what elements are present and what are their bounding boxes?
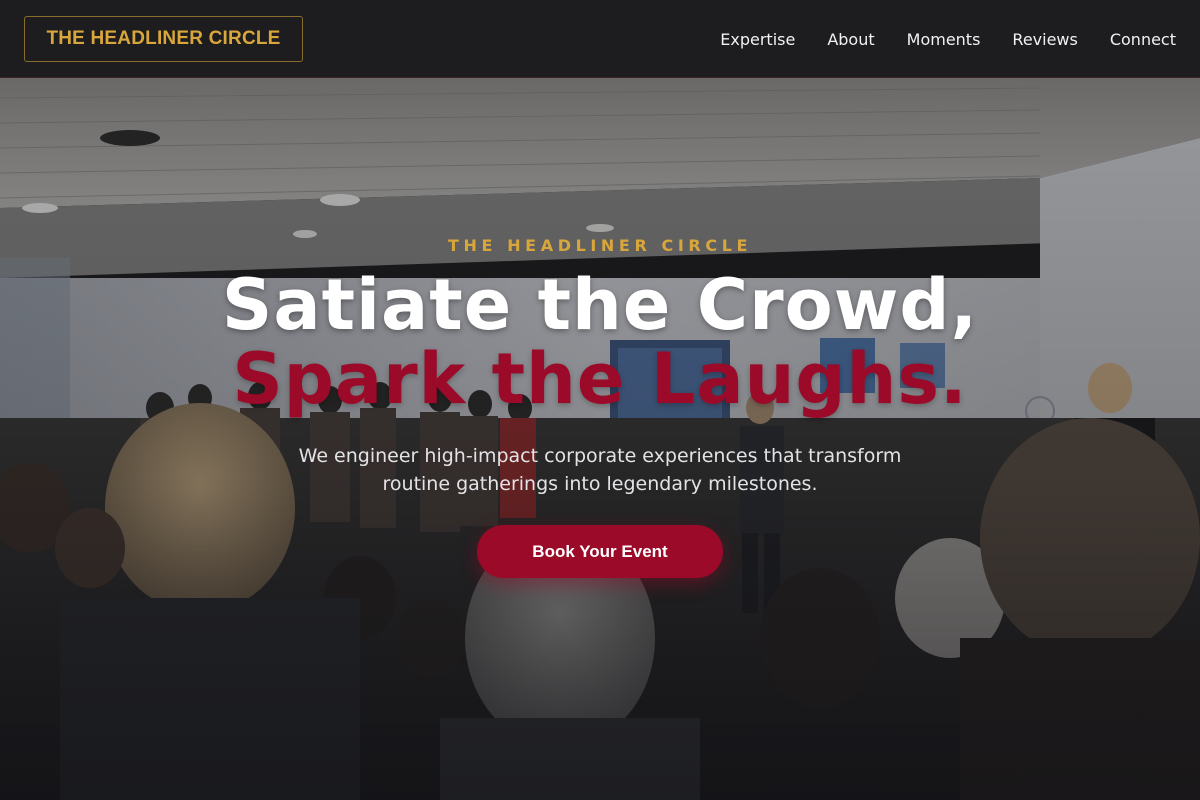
- main-nav: Expertise About Moments Reviews Connect: [720, 0, 1176, 78]
- hero-dark-overlay: [0, 78, 1200, 800]
- site-header: THE HEADLINER CIRCLE Expertise About Mom…: [0, 0, 1200, 78]
- nav-link-reviews[interactable]: Reviews: [1012, 30, 1077, 49]
- brand-logo[interactable]: THE HEADLINER CIRCLE: [24, 16, 303, 62]
- hero-eyebrow: THE HEADLINER CIRCLE: [447, 236, 753, 255]
- book-event-button[interactable]: Book Your Event: [477, 525, 723, 578]
- hero-headline: Satiate the Crowd, Spark the Laughs.: [0, 268, 1200, 416]
- headline-line-crimson: Spark the Laughs.: [232, 338, 968, 420]
- nav-link-about[interactable]: About: [827, 30, 874, 49]
- hero-section: THE HEADLINER CIRCLE Satiate the Crowd, …: [0, 78, 1200, 800]
- nav-link-connect[interactable]: Connect: [1110, 30, 1176, 49]
- headline-line-white: Satiate the Crowd,: [221, 264, 979, 346]
- hero-subtext: We engineer high-impact corporate experi…: [298, 445, 902, 495]
- nav-link-expertise[interactable]: Expertise: [720, 30, 795, 49]
- nav-link-moments[interactable]: Moments: [907, 30, 981, 49]
